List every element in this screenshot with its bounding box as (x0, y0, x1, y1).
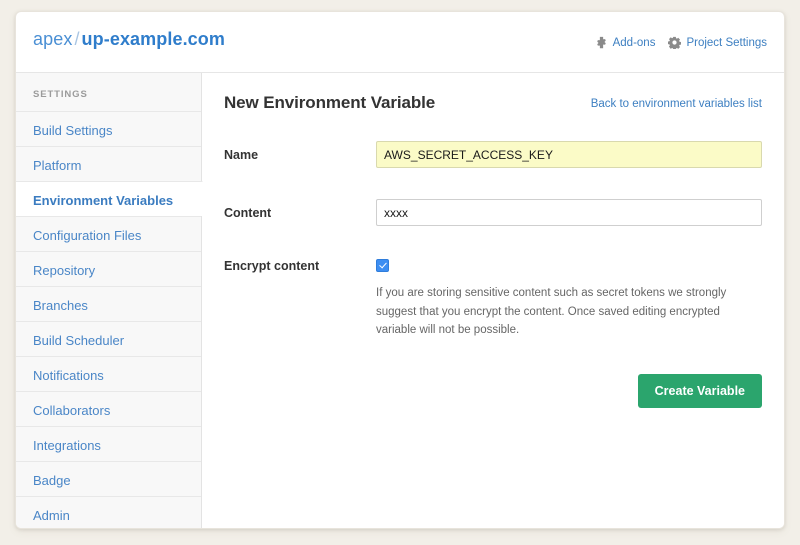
name-label: Name (224, 148, 259, 162)
content-input[interactable] (376, 199, 762, 226)
sidebar-item-environment-variables[interactable]: Environment Variables (16, 181, 203, 216)
breadcrumb: apex / up-example.com (33, 29, 225, 50)
sidebar-item-build-scheduler[interactable]: Build Scheduler (16, 321, 201, 356)
settings-sidebar: SETTINGS Build Settings Platform Environ… (16, 73, 203, 528)
back-to-list-link[interactable]: Back to environment variables list (591, 98, 762, 110)
sidebar-item-notifications[interactable]: Notifications (16, 356, 201, 391)
header-links: Add-ons Project Settings (595, 36, 767, 49)
sidebar-item-integrations[interactable]: Integrations (16, 426, 201, 461)
name-field-col (376, 141, 784, 168)
encrypt-field-col: If you are storing sensitive content suc… (376, 257, 784, 340)
app-body: SETTINGS Build Settings Platform Environ… (16, 73, 784, 528)
encrypt-content-checkbox[interactable] (376, 259, 389, 272)
create-variable-button[interactable]: Create Variable (637, 373, 762, 409)
project-settings-link[interactable]: Project Settings (668, 36, 767, 49)
encrypt-row: Encrypt content If you are storing sensi… (202, 257, 784, 340)
sidebar-item-branches[interactable]: Branches (16, 286, 201, 321)
main-content: New Environment Variable Back to environ… (202, 73, 784, 528)
name-row: Name (202, 141, 784, 168)
addons-link-label: Add-ons (612, 36, 656, 49)
sidebar-item-repository[interactable]: Repository (16, 251, 201, 286)
project-settings-link-label: Project Settings (686, 36, 767, 49)
sidebar-heading: SETTINGS (33, 89, 88, 100)
form-actions: Create Variable (202, 373, 784, 409)
app-header: apex / up-example.com Add-ons Project Se… (16, 12, 784, 73)
content-header: New Environment Variable Back to environ… (202, 73, 784, 117)
sidebar-item-configuration-files[interactable]: Configuration Files (16, 216, 201, 251)
environment-variable-form: Name Content Encrypt content If you (202, 141, 784, 409)
sidebar-item-build-settings[interactable]: Build Settings (16, 111, 201, 146)
encrypt-help-text: If you are storing sensitive content suc… (376, 287, 727, 337)
content-label: Content (224, 206, 272, 220)
content-row: Content (202, 199, 784, 226)
puzzle-piece-icon (595, 36, 608, 49)
gear-icon (668, 36, 682, 49)
sidebar-item-platform[interactable]: Platform (16, 146, 201, 181)
page-title: New Environment Variable (224, 93, 436, 112)
sidebar-item-badge[interactable]: Badge (16, 461, 201, 496)
encrypt-label: Encrypt content (224, 259, 320, 273)
app-card: apex / up-example.com Add-ons Project Se… (15, 11, 785, 529)
sidebar-item-collaborators[interactable]: Collaborators (16, 391, 201, 426)
sidebar-item-admin[interactable]: Admin (16, 496, 201, 528)
name-input[interactable] (376, 141, 762, 168)
breadcrumb-separator: / (74, 29, 80, 49)
addons-link[interactable]: Add-ons (595, 36, 656, 49)
breadcrumb-project[interactable]: up-example.com (82, 29, 225, 49)
content-field-col (376, 199, 784, 226)
breadcrumb-org[interactable]: apex (33, 29, 72, 49)
